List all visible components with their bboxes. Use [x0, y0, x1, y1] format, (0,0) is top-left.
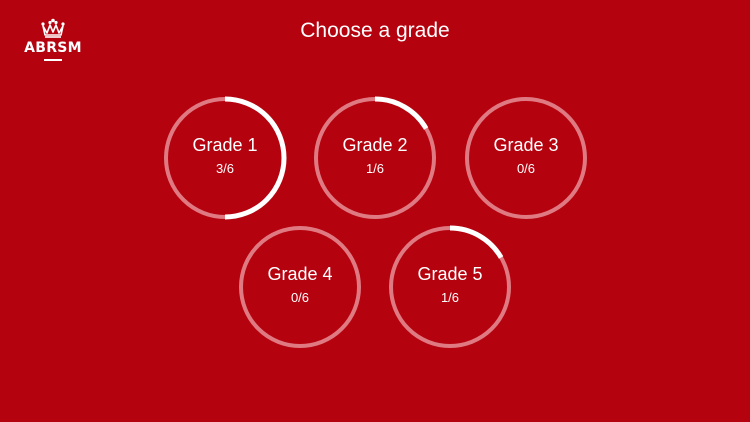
grade-2-button[interactable]: Grade 2 1/6 — [313, 96, 437, 220]
ring-progress-arc — [374, 96, 429, 130]
grade-3-progress-ring — [465, 97, 587, 219]
grade-1-button[interactable]: Grade 1 3/6 — [163, 96, 287, 220]
grade-1-label: Grade 1 — [192, 135, 258, 155]
grade-2-progress-ring — [314, 96, 436, 219]
grade-5-progress-ring — [389, 225, 511, 348]
ring-progress-arc — [224, 96, 287, 220]
grade-3-label: Grade 3 — [493, 135, 559, 155]
grade-4-button[interactable]: Grade 4 0/6 — [238, 225, 362, 349]
grade-5-button[interactable]: Grade 5 1/6 — [388, 225, 512, 349]
ring-track — [239, 226, 361, 348]
grade-2-progress-text: 1/6 — [365, 161, 385, 176]
grade-4-progress-text: 0/6 — [290, 290, 310, 305]
ring-progress-arc — [449, 225, 504, 259]
ring-track — [465, 97, 587, 219]
grade-1-progress-ring — [164, 96, 287, 220]
grade-4-progress-ring — [239, 226, 361, 348]
grade-5-label: Grade 5 — [417, 264, 483, 284]
grade-1-progress-text: 3/6 — [215, 161, 235, 176]
logo-underline — [44, 59, 62, 61]
grade-2-label: Grade 2 — [342, 135, 408, 155]
grade-5-progress-text: 1/6 — [440, 290, 460, 305]
grade-3-progress-text: 0/6 — [516, 161, 536, 176]
page-title: Choose a grade — [300, 19, 450, 42]
grade-4-label: Grade 4 — [267, 264, 333, 284]
grade-3-button[interactable]: Grade 3 0/6 — [464, 96, 588, 220]
